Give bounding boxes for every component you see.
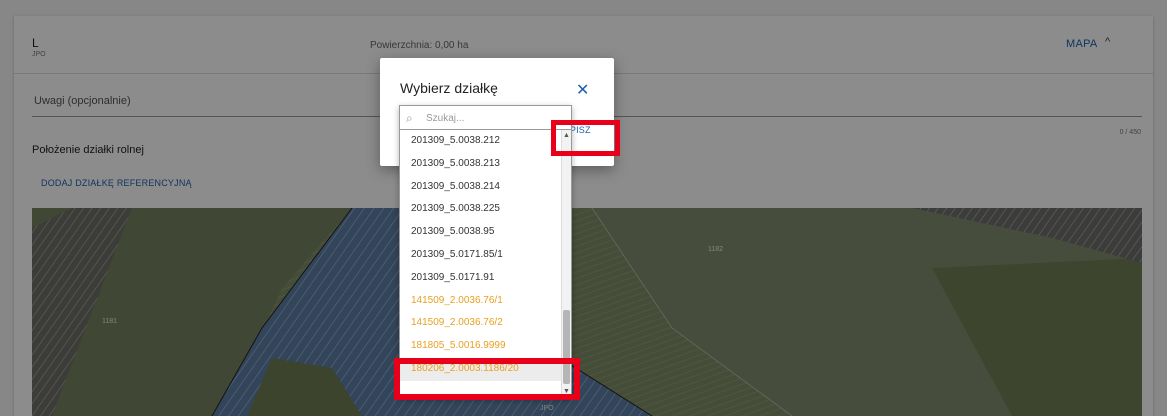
dialog-title: Wybierz działkę bbox=[400, 80, 498, 96]
search-box: ⌕ bbox=[400, 106, 571, 130]
search-icon: ⌕ bbox=[406, 111, 413, 125]
parcel-list: 201309_5.0038.212 201309_5.0038.213 2013… bbox=[400, 130, 562, 397]
parcel-dropdown: ⌕ 201309_5.0038.212 201309_5.0038.213 20… bbox=[399, 105, 572, 398]
list-item[interactable]: 201309_5.0038.225 bbox=[400, 198, 562, 221]
highlight-box-save bbox=[551, 120, 620, 156]
list-item[interactable]: 201309_5.0038.212 bbox=[400, 130, 562, 153]
list-item[interactable]: 141509_2.0036.76/1 bbox=[400, 290, 562, 313]
list-item[interactable]: 141509_2.0036.76/2 bbox=[400, 312, 562, 335]
list-scrollbar[interactable]: ▲ ▼ bbox=[561, 130, 571, 397]
list-item[interactable]: 201309_5.0171.91 bbox=[400, 267, 562, 290]
list-item[interactable]: 201309_5.0038.214 bbox=[400, 176, 562, 199]
search-input[interactable] bbox=[426, 109, 546, 127]
list-item[interactable]: 201309_5.0038.213 bbox=[400, 153, 562, 176]
list-item[interactable]: 201309_5.0038.95 bbox=[400, 221, 562, 244]
list-item[interactable]: 181805_5.0016.9999 bbox=[400, 335, 562, 358]
list-item[interactable]: 201309_5.0171.85/1 bbox=[400, 244, 562, 267]
highlight-box-item bbox=[394, 358, 580, 400]
close-icon[interactable]: ✕ bbox=[576, 80, 589, 100]
